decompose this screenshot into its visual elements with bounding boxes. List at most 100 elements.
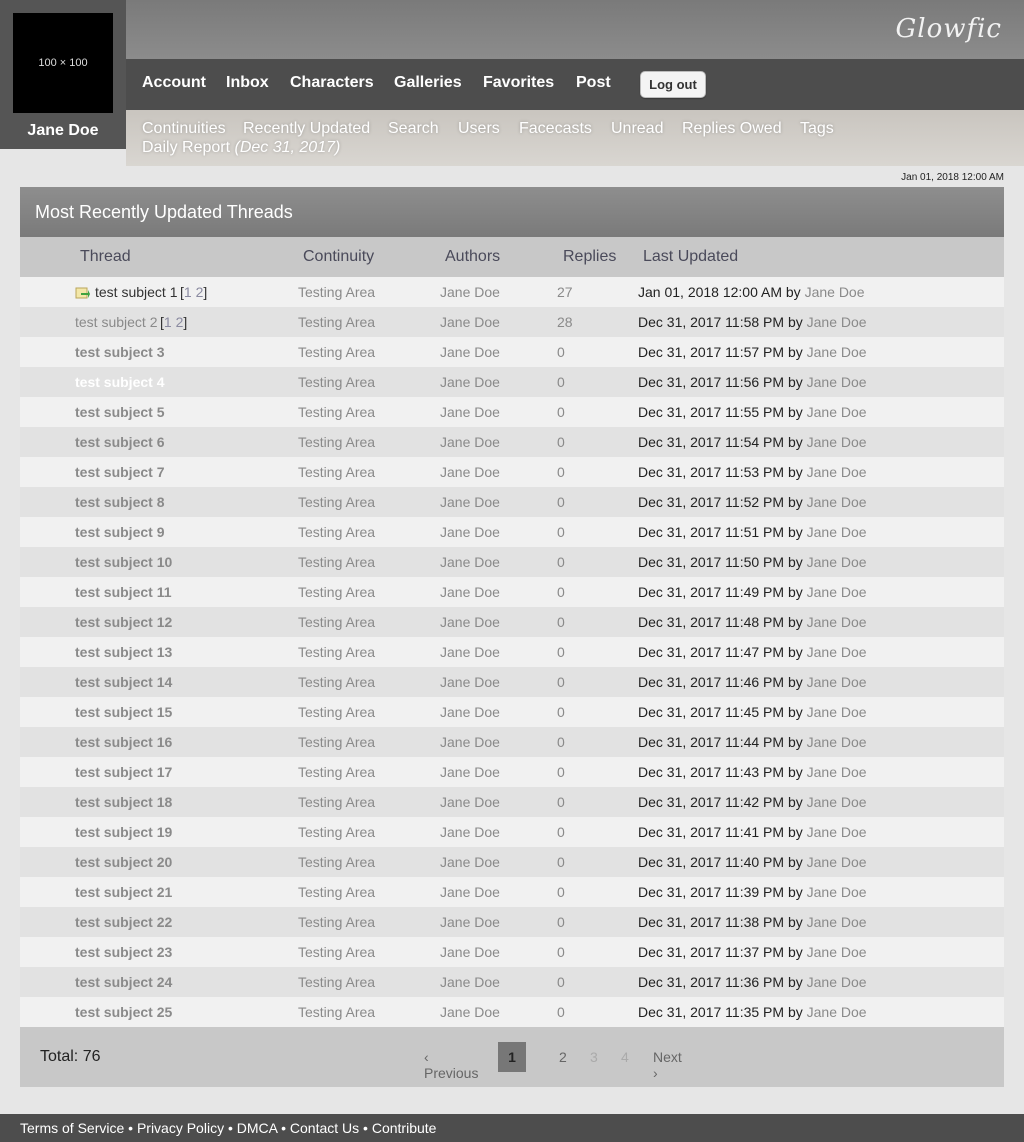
thread-title-link[interactable]: test subject 8	[75, 494, 164, 510]
updater-link[interactable]: Jane Doe	[807, 404, 867, 420]
continuity-link[interactable]: Testing Area	[298, 704, 375, 720]
thread-title-link[interactable]: test subject 11	[75, 584, 172, 600]
continuity-link[interactable]: Testing Area	[298, 644, 375, 660]
author-link[interactable]: Jane Doe	[440, 404, 500, 420]
nav-users[interactable]: Users	[458, 120, 500, 138]
updater-link[interactable]: Jane Doe	[807, 374, 867, 390]
thread-title-link[interactable]: test subject 22	[75, 914, 172, 930]
author-link[interactable]: Jane Doe	[440, 704, 500, 720]
nav-unread[interactable]: Unread	[611, 120, 663, 138]
updater-link[interactable]: Jane Doe	[807, 854, 867, 870]
updater-link[interactable]: Jane Doe	[807, 974, 867, 990]
logout-button[interactable]: Log out	[640, 71, 706, 98]
author-link[interactable]: Jane Doe	[440, 374, 500, 390]
updater-link[interactable]: Jane Doe	[807, 764, 867, 780]
updater-link[interactable]: Jane Doe	[807, 524, 867, 540]
continuity-link[interactable]: Testing Area	[298, 884, 375, 900]
author-link[interactable]: Jane Doe	[440, 284, 500, 300]
updater-link[interactable]: Jane Doe	[805, 284, 865, 300]
continuity-link[interactable]: Testing Area	[298, 374, 375, 390]
thread-page-link[interactable]: 1	[164, 314, 172, 330]
site-logo[interactable]: Glowfic	[896, 14, 1003, 44]
page-4-link[interactable]: 4	[621, 1049, 629, 1065]
updater-link[interactable]: Jane Doe	[807, 614, 867, 630]
updater-link[interactable]: Jane Doe	[807, 734, 867, 750]
continuity-link[interactable]: Testing Area	[298, 674, 375, 690]
prev-page-link[interactable]: ‹ Previous	[424, 1049, 478, 1081]
nav-daily-report[interactable]: Daily Report (Dec 31, 2017)	[142, 139, 340, 157]
author-link[interactable]: Jane Doe	[440, 614, 500, 630]
author-link[interactable]: Jane Doe	[440, 914, 500, 930]
thread-title-link[interactable]: test subject 7	[75, 464, 164, 480]
nav-favorites[interactable]: Favorites	[483, 74, 554, 92]
nav-search[interactable]: Search	[388, 120, 439, 138]
updater-link[interactable]: Jane Doe	[807, 344, 867, 360]
continuity-link[interactable]: Testing Area	[298, 914, 375, 930]
author-link[interactable]: Jane Doe	[440, 764, 500, 780]
author-link[interactable]: Jane Doe	[440, 794, 500, 810]
updater-link[interactable]: Jane Doe	[807, 674, 867, 690]
thread-title-link[interactable]: test subject 18	[75, 794, 172, 810]
thread-title-link[interactable]: test subject 14	[75, 674, 172, 690]
author-link[interactable]: Jane Doe	[440, 734, 500, 750]
continuity-link[interactable]: Testing Area	[298, 854, 375, 870]
nav-tags[interactable]: Tags	[800, 120, 834, 138]
continuity-link[interactable]: Testing Area	[298, 1004, 375, 1020]
updater-link[interactable]: Jane Doe	[807, 644, 867, 660]
thread-title-link[interactable]: test subject 3	[75, 344, 164, 360]
thread-title-link[interactable]: test subject 5	[75, 404, 164, 420]
nav-account[interactable]: Account	[142, 74, 206, 92]
continuity-link[interactable]: Testing Area	[298, 734, 375, 750]
updater-link[interactable]: Jane Doe	[807, 434, 867, 450]
footer-terms-link[interactable]: Terms of Service	[20, 1120, 124, 1136]
author-link[interactable]: Jane Doe	[440, 524, 500, 540]
nav-recently-updated[interactable]: Recently Updated	[243, 120, 370, 138]
updater-link[interactable]: Jane Doe	[807, 314, 867, 330]
author-link[interactable]: Jane Doe	[440, 674, 500, 690]
updater-link[interactable]: Jane Doe	[807, 584, 867, 600]
thread-title-link[interactable]: test subject 15	[75, 704, 172, 720]
thread-page-link[interactable]: 2	[176, 314, 184, 330]
updater-link[interactable]: Jane Doe	[807, 494, 867, 510]
footer-contribute-link[interactable]: Contribute	[372, 1120, 437, 1136]
unread-arrow-icon[interactable]	[75, 285, 90, 299]
thread-title-link[interactable]: test subject 21	[75, 884, 172, 900]
author-link[interactable]: Jane Doe	[440, 464, 500, 480]
author-link[interactable]: Jane Doe	[440, 344, 500, 360]
thread-title-link[interactable]: test subject 19	[75, 824, 172, 840]
updater-link[interactable]: Jane Doe	[807, 824, 867, 840]
thread-title-link[interactable]: test subject 4	[75, 374, 164, 390]
nav-facecasts[interactable]: Facecasts	[519, 120, 592, 138]
updater-link[interactable]: Jane Doe	[807, 704, 867, 720]
continuity-link[interactable]: Testing Area	[298, 464, 375, 480]
footer-contact-link[interactable]: Contact Us	[290, 1120, 359, 1136]
author-link[interactable]: Jane Doe	[440, 974, 500, 990]
updater-link[interactable]: Jane Doe	[807, 884, 867, 900]
page-2-link[interactable]: 2	[559, 1049, 567, 1065]
thread-title-link[interactable]: test subject 2	[75, 314, 158, 330]
continuity-link[interactable]: Testing Area	[298, 554, 375, 570]
thread-title-link[interactable]: test subject 24	[75, 974, 172, 990]
nav-characters[interactable]: Characters	[290, 74, 374, 92]
thread-title-link[interactable]: test subject 17	[75, 764, 172, 780]
author-link[interactable]: Jane Doe	[440, 494, 500, 510]
continuity-link[interactable]: Testing Area	[298, 824, 375, 840]
author-link[interactable]: Jane Doe	[440, 824, 500, 840]
nav-inbox[interactable]: Inbox	[226, 74, 269, 92]
thread-title-link[interactable]: test subject 1	[95, 284, 178, 300]
continuity-link[interactable]: Testing Area	[298, 944, 375, 960]
thread-title-link[interactable]: test subject 16	[75, 734, 172, 750]
updater-link[interactable]: Jane Doe	[807, 554, 867, 570]
continuity-link[interactable]: Testing Area	[298, 284, 375, 300]
author-link[interactable]: Jane Doe	[440, 644, 500, 660]
updater-link[interactable]: Jane Doe	[807, 914, 867, 930]
continuity-link[interactable]: Testing Area	[298, 974, 375, 990]
updater-link[interactable]: Jane Doe	[807, 1004, 867, 1020]
continuity-link[interactable]: Testing Area	[298, 404, 375, 420]
author-link[interactable]: Jane Doe	[440, 944, 500, 960]
updater-link[interactable]: Jane Doe	[807, 944, 867, 960]
updater-link[interactable]: Jane Doe	[807, 794, 867, 810]
author-link[interactable]: Jane Doe	[440, 554, 500, 570]
author-link[interactable]: Jane Doe	[440, 854, 500, 870]
author-link[interactable]: Jane Doe	[440, 1004, 500, 1020]
